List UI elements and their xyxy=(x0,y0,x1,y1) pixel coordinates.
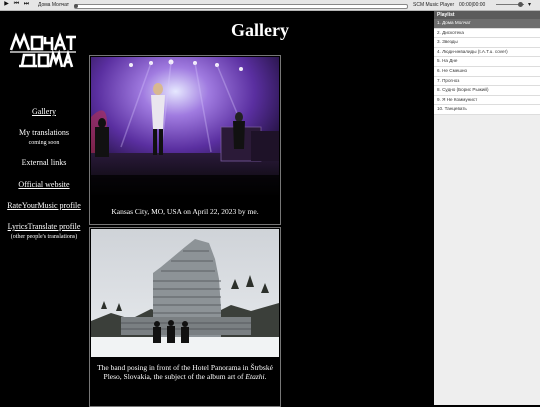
rym-profile-link[interactable]: RateYourMusic profile xyxy=(0,201,88,211)
volume-knob[interactable] xyxy=(518,2,523,7)
playlist-header: Playlist xyxy=(434,11,540,19)
gallery-card: Kansas City, MO, USA on April 22, 2023 b… xyxy=(89,55,281,225)
lyrics-translate-note: (other people's translations) xyxy=(10,234,78,240)
play-icon[interactable]: ▶ xyxy=(3,1,10,8)
band-logo[interactable] xyxy=(8,30,78,74)
playlist-item[interactable]: 9. Я Не Коммунист xyxy=(434,95,540,106)
nav-translations: My translations xyxy=(19,128,69,137)
page-title: Gallery xyxy=(231,20,289,40)
lyrics-translate-link[interactable]: LyricsTranslate profile xyxy=(0,222,88,232)
caption-end: . xyxy=(264,372,267,381)
volume-icon[interactable]: ▾ xyxy=(528,1,531,8)
coming-soon-note: coming soon xyxy=(28,140,60,146)
playlist-panel: Playlist 1. Дома Молчат 2. Дискотека 3. … xyxy=(434,11,540,405)
gallery-card: The band posing in front of the Hotel Pa… xyxy=(89,227,281,407)
gallery-caption: Kansas City, MO, USA on April 22, 2023 b… xyxy=(111,207,259,216)
playlist-item[interactable]: 5. На Дне xyxy=(434,57,540,67)
hotel-photo[interactable] xyxy=(91,229,279,357)
gallery-caption: The band posing in front of the Hotel Pa… xyxy=(90,363,280,381)
playlist-item[interactable]: 7. Прогноз xyxy=(434,76,540,87)
current-song-title: Дома Молчат xyxy=(38,2,70,8)
playlist-item[interactable]: 10. Танцевать xyxy=(434,105,540,115)
prev-icon[interactable]: ⏮ xyxy=(13,1,20,8)
nav-gallery-link[interactable]: Gallery xyxy=(0,107,88,117)
playlist-item[interactable]: 6. Не Смешно xyxy=(434,66,540,77)
playlist-item[interactable]: 2. Дискотека xyxy=(434,28,540,39)
concert-photo[interactable] xyxy=(91,57,279,195)
official-website-link[interactable]: Official website xyxy=(0,180,88,190)
next-icon[interactable]: ⏭ xyxy=(23,1,30,8)
album-title: Etazhi xyxy=(245,372,265,381)
playlist-item[interactable]: 8. Судно (Борис Рыжий) xyxy=(434,86,540,96)
player-name: SCM Music Player xyxy=(413,2,455,8)
playlist-item[interactable]: 1. Дома Молчат xyxy=(434,19,540,29)
nav-external-heading: External links xyxy=(21,158,67,167)
time-readout: 00:00|00:00 xyxy=(459,2,486,8)
volume-slider[interactable] xyxy=(496,2,524,7)
playlist-item[interactable]: 3. Звезды xyxy=(434,38,540,48)
progress-track[interactable] xyxy=(74,3,408,9)
music-player-bar: ▶ ⏮ ⏭ Дома Молчат SCM Music Player 00:00… xyxy=(0,0,540,11)
playlist-item[interactable]: 4. Люди-инвалиды (t.A.T.u. cover) xyxy=(434,47,540,58)
progress-knob[interactable] xyxy=(74,3,78,8)
